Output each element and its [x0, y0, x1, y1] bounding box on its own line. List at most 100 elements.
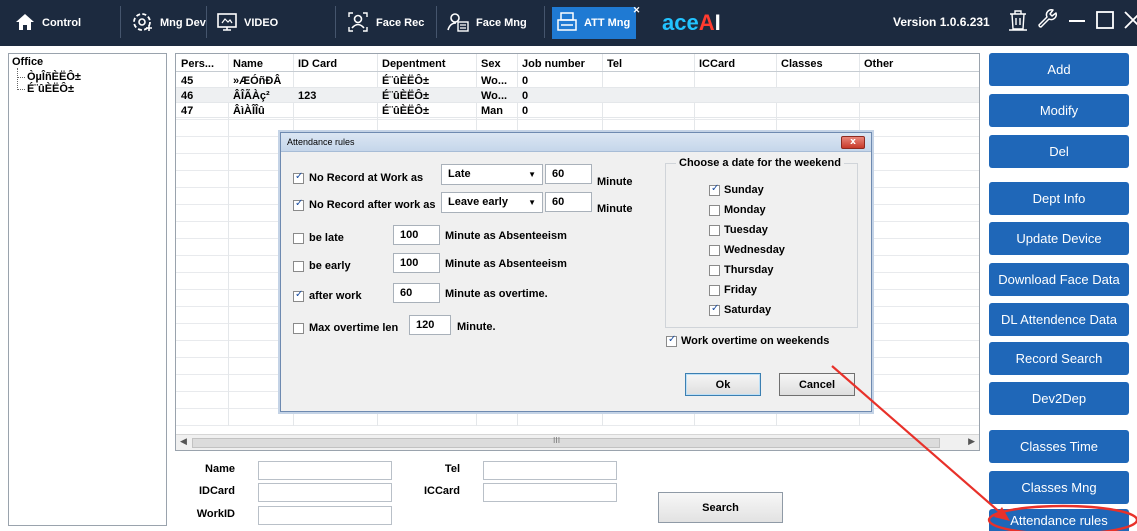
- brand-logo: aceAI: [662, 10, 721, 36]
- be-early-minutes[interactable]: 100: [393, 253, 440, 273]
- column-header[interactable]: ID Card: [298, 57, 337, 71]
- dialog-close-button[interactable]: x: [841, 136, 865, 149]
- dept-info-button[interactable]: Dept Info: [989, 182, 1129, 215]
- be-late-minutes[interactable]: 100: [393, 225, 440, 245]
- column-header[interactable]: ICCard: [699, 57, 735, 71]
- trash-icon[interactable]: [1006, 8, 1030, 35]
- horizontal-scrollbar[interactable]: ◀ III ▶: [176, 434, 979, 450]
- after-work-label: after work: [309, 290, 362, 302]
- scrollbar-thumb[interactable]: III: [192, 436, 940, 448]
- home-icon: [14, 11, 36, 36]
- max-overtime-suffix: Minute.: [457, 321, 496, 333]
- wednesday-checkbox[interactable]: [709, 245, 720, 256]
- tab-mng-dev[interactable]: Mng Dev: [130, 7, 206, 39]
- cell-pers: 46: [181, 90, 194, 102]
- brand-text-part1: ace: [662, 10, 699, 35]
- attendance-rules-dialog: Attendance rules x No Record at Work as …: [280, 132, 872, 412]
- idcard-field[interactable]: [258, 483, 392, 502]
- tree-root-office[interactable]: Office: [12, 56, 43, 68]
- column-header[interactable]: Tel: [607, 57, 622, 71]
- column-header[interactable]: Pers...: [181, 57, 214, 71]
- table-row[interactable]: 46 ÂÎÃÀç² 123 É¨ûÈËÔ± Wo... 0: [176, 88, 979, 103]
- monday-checkbox[interactable]: [709, 205, 720, 216]
- no-record-after-minutes[interactable]: 60: [545, 192, 592, 212]
- tab-control-label: Control: [42, 17, 82, 29]
- be-early-checkbox[interactable]: [293, 261, 304, 272]
- saturday-checkbox[interactable]: [709, 303, 720, 316]
- ok-button[interactable]: Ok: [685, 373, 761, 396]
- attendance-rules-button[interactable]: Attendance rules: [989, 509, 1129, 531]
- tab-face-rec[interactable]: Face Rec: [346, 7, 424, 39]
- max-overtime-minutes[interactable]: 120: [409, 315, 451, 335]
- column-header[interactable]: Depentment: [382, 57, 446, 71]
- search-button[interactable]: Search: [658, 492, 783, 523]
- dev2dep-button[interactable]: Dev2Dep: [989, 382, 1129, 415]
- scroll-left-icon[interactable]: ◀: [180, 437, 187, 447]
- tree-item[interactable]: ÒµÎñÈËÔ±: [27, 71, 81, 83]
- tuesday-label: Tuesday: [724, 224, 768, 236]
- cell-job-number: 0: [522, 90, 529, 102]
- tel-field[interactable]: [483, 461, 617, 480]
- no-record-work-checkbox[interactable]: [293, 171, 304, 184]
- cell-name: »ÆÓñÐÂ: [233, 75, 282, 87]
- iccard-label: ICCard: [423, 485, 460, 497]
- monitor-icon: [216, 11, 238, 36]
- weekend-overtime-label: Work overtime on weekends: [681, 335, 830, 347]
- column-header[interactable]: Classes: [781, 57, 823, 71]
- tab-face-mng[interactable]: Face Mng: [446, 7, 527, 39]
- iccard-field[interactable]: [483, 483, 617, 502]
- tab-close-icon[interactable]: ✕: [633, 5, 641, 16]
- no-record-work-select[interactable]: Late ▼: [441, 164, 543, 185]
- modify-button[interactable]: Modify: [989, 94, 1129, 127]
- tab-video-label: VIDEO: [244, 17, 279, 29]
- after-work-minutes[interactable]: 60: [393, 283, 440, 303]
- workid-field[interactable]: [258, 506, 392, 525]
- minimize-icon[interactable]: [1066, 9, 1088, 34]
- record-search-button[interactable]: Record Search: [989, 342, 1129, 375]
- tab-att-mng[interactable]: ATT Mng ✕: [552, 5, 640, 39]
- add-button[interactable]: Add: [989, 53, 1129, 86]
- update-device-button[interactable]: Update Device: [989, 222, 1129, 255]
- close-icon[interactable]: [1122, 9, 1137, 34]
- maximize-icon[interactable]: [1094, 9, 1116, 34]
- column-header[interactable]: Other: [864, 57, 893, 71]
- classes-time-button[interactable]: Classes Time: [989, 430, 1129, 463]
- max-overtime-checkbox[interactable]: [293, 323, 304, 334]
- column-header[interactable]: Job number: [522, 57, 585, 71]
- attendance-icon: [556, 11, 578, 36]
- column-header[interactable]: Name: [233, 57, 263, 71]
- name-field[interactable]: [258, 461, 392, 480]
- cell-id-card: 123: [298, 90, 317, 102]
- delete-button[interactable]: Del: [989, 135, 1129, 168]
- scroll-right-icon[interactable]: ▶: [968, 437, 975, 447]
- sunday-checkbox[interactable]: [709, 183, 720, 196]
- tab-video[interactable]: VIDEO: [216, 7, 278, 39]
- friday-checkbox[interactable]: [709, 285, 720, 296]
- tuesday-checkbox[interactable]: [709, 225, 720, 236]
- tab-control[interactable]: Control: [14, 7, 81, 39]
- download-face-data-button[interactable]: Download Face Data: [989, 263, 1129, 296]
- thursday-checkbox[interactable]: [709, 265, 720, 276]
- no-record-after-checkbox[interactable]: [293, 198, 304, 211]
- no-record-after-select[interactable]: Leave early ▼: [441, 192, 543, 213]
- cell-name: ÂìÀÎÎû: [233, 105, 265, 117]
- dl-attendence-data-button[interactable]: DL Attendence Data: [989, 303, 1129, 336]
- after-work-checkbox[interactable]: [293, 289, 304, 302]
- tree-item[interactable]: É¨ûÈËÔ±: [27, 83, 74, 95]
- dialog-title: Attendance rules: [281, 133, 871, 152]
- no-record-work-label: No Record at Work as: [309, 172, 424, 184]
- tab-divider: [544, 6, 545, 38]
- cancel-button[interactable]: Cancel: [779, 373, 855, 396]
- no-record-after-unit: Minute: [597, 203, 633, 215]
- no-record-work-unit: Minute: [597, 176, 633, 188]
- wrench-icon[interactable]: [1036, 8, 1060, 35]
- classes-mng-button[interactable]: Classes Mng: [989, 471, 1129, 504]
- table-row[interactable]: 47 ÂìÀÎÎû É¨ûÈËÔ± Man 0: [176, 103, 979, 118]
- column-header[interactable]: Sex: [481, 57, 501, 71]
- top-navigation-bar: Control Mng Dev VIDEO Face Rec Face Mng …: [0, 0, 1137, 46]
- be-early-suffix: Minute as Absenteeism: [445, 258, 567, 270]
- no-record-work-minutes[interactable]: 60: [545, 164, 592, 184]
- be-late-checkbox[interactable]: [293, 233, 304, 244]
- table-row[interactable]: 45 »ÆÓñÐÂ É¨ûÈËÔ± Wo... 0: [176, 73, 979, 88]
- weekend-overtime-checkbox[interactable]: [666, 334, 677, 347]
